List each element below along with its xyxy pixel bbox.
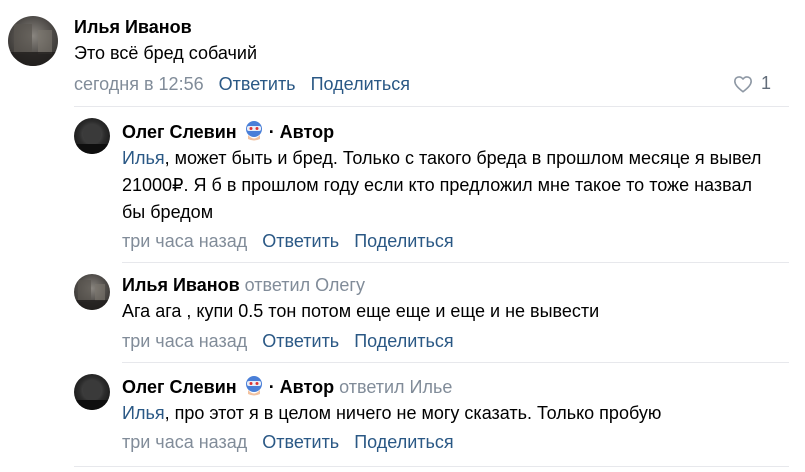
comment-text: Ага ага , купи 0.5 тон потом еще еще и е… [122, 298, 772, 325]
divider [122, 362, 789, 363]
comment-body: Это всё бред собачий [74, 43, 258, 63]
timestamp[interactable]: три часа назад [122, 231, 247, 251]
share-button[interactable]: Поделиться [354, 231, 453, 251]
comment-body: , может быть и бред. Только с такого бре… [122, 148, 762, 222]
blue-mask-icon [245, 376, 262, 396]
comment-body: , про этот я в целом ничего не могу сказ… [164, 403, 662, 423]
timestamp[interactable]: три часа назад [122, 432, 247, 452]
blue-mask-icon [245, 121, 262, 141]
author-role: · Автор [268, 122, 335, 142]
author-name[interactable]: Илья Иванов [74, 17, 192, 37]
comment-meta: три часа назад Ответить Поделиться [122, 230, 464, 252]
divider [122, 262, 789, 263]
avatar-oleg[interactable] [74, 374, 110, 410]
share-button[interactable]: Поделиться [354, 432, 453, 452]
comment-text: Илья, про этот я в целом ничего не могу … [122, 400, 772, 427]
like-count: 1 [760, 73, 771, 93]
avatar-ilya[interactable] [74, 274, 110, 310]
author-line: Олег Слевин · Автор [122, 120, 334, 143]
divider [74, 466, 789, 467]
reply-button[interactable]: Ответить [262, 331, 339, 351]
author-line: Илья Иванов ответил Олегу [122, 274, 365, 296]
author-line: Олег Слевин · Автор ответил Илье [122, 375, 452, 398]
reply-button[interactable]: Ответить [262, 231, 339, 251]
author-name[interactable]: Илья Иванов [122, 275, 240, 295]
replied-to[interactable]: ответил Илье [339, 377, 452, 397]
comment-meta: сегодня в 12:56 Ответить Поделиться [74, 73, 420, 95]
avatar-oleg[interactable] [74, 118, 110, 154]
author-name[interactable]: Олег Слевин [122, 377, 237, 397]
comment-meta: три часа назад Ответить Поделиться [122, 330, 464, 352]
timestamp[interactable]: сегодня в 12:56 [74, 74, 204, 94]
share-button[interactable]: Поделиться [354, 331, 453, 351]
like-button[interactable]: 1 [733, 72, 771, 94]
comment-text: Это всё бред собачий [74, 40, 774, 67]
replied-to[interactable]: ответил Олегу [245, 275, 365, 295]
avatar-ilya[interactable] [8, 16, 58, 66]
heart-icon [733, 76, 752, 93]
comment-body: Ага ага , купи 0.5 тон потом еще еще и е… [122, 301, 600, 321]
reply-button[interactable]: Ответить [219, 74, 296, 94]
divider [74, 106, 789, 107]
author-name[interactable]: Олег Слевин [122, 122, 237, 142]
author-line: Илья Иванов [74, 16, 192, 38]
mention-link[interactable]: Илья [122, 403, 165, 423]
timestamp[interactable]: три часа назад [122, 331, 247, 351]
author-role: · Автор [268, 377, 335, 397]
comment-meta: три часа назад Ответить Поделиться [122, 431, 464, 453]
mention-link[interactable]: Илья [122, 148, 165, 168]
share-button[interactable]: Поделиться [311, 74, 410, 94]
reply-button[interactable]: Ответить [262, 432, 339, 452]
comment-text: Илья, может быть и бред. Только с такого… [122, 145, 772, 226]
